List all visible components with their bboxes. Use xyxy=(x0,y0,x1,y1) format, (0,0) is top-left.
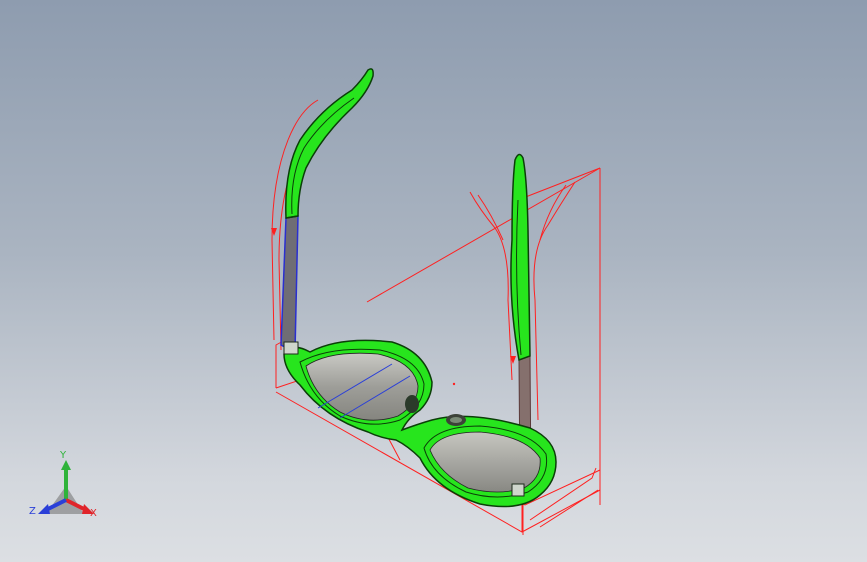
left-temple[interactable] xyxy=(280,68,374,354)
reference-triad[interactable]: Y X Z xyxy=(24,446,108,530)
graphics-viewport[interactable]: Y X Z xyxy=(0,0,867,562)
triad-y-label: Y xyxy=(59,450,67,461)
triad-z-arrow-icon xyxy=(38,504,50,514)
sketch-point xyxy=(452,382,456,386)
triad-x-label: X xyxy=(90,508,97,519)
triad-z-label: Z xyxy=(29,506,36,517)
left-lens[interactable] xyxy=(305,352,419,421)
triad-y-arrow-icon xyxy=(61,460,71,470)
sunglasses-model[interactable] xyxy=(0,0,867,562)
